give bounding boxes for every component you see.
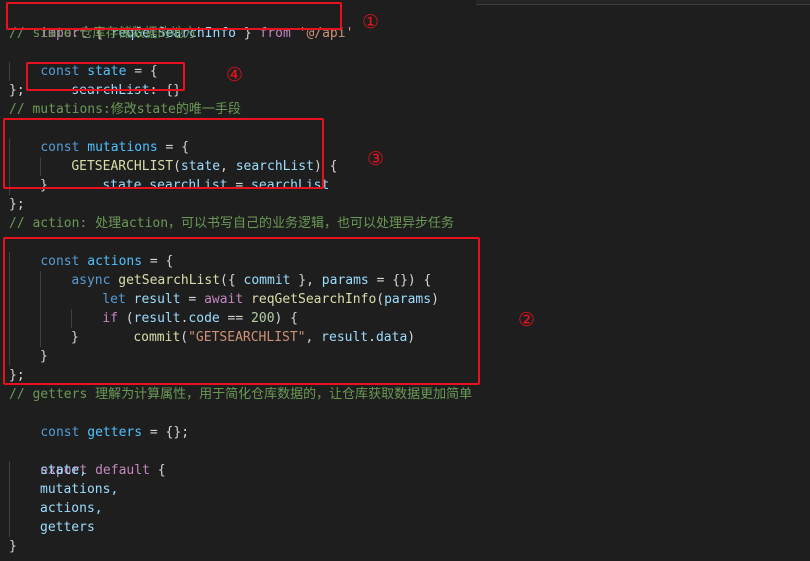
code-comment-mutations: // mutations:修改state的唯一手段: [9, 102, 241, 117]
code-line-24: export default {: [40, 463, 166, 478]
code-line-4: searchList: {}: [71, 83, 181, 98]
code-line-22: const getters = {};: [40, 425, 190, 440]
code-line-3: const state = {: [40, 64, 158, 79]
code-line-7: const mutations = {: [40, 140, 190, 155]
annotation-number-2: ②: [518, 309, 536, 331]
code-line-28: getters: [40, 520, 95, 535]
code-line-17: commit("GETSEARCHLIST", result.data): [133, 330, 416, 345]
code-line-14: async getSearchList({ commit }, params =…: [71, 273, 432, 288]
code-editor[interactable]: import { reqGetSearchInfo } from '@/api'…: [0, 5, 810, 561]
code-line-9: state.searchList = searchList: [102, 178, 330, 193]
code-comment-getters: // getters 理解为计算属性，用于简化仓库数据的，让仓库获取数据更加简单: [9, 387, 473, 402]
code-line-16: if (result.code == 200) {: [102, 311, 299, 326]
code-line-29: }: [9, 539, 17, 554]
annotation-number-4: ④: [226, 64, 244, 86]
code-line-20: };: [9, 368, 25, 383]
code-line-8: GETSEARCHLIST(state, searchList) {: [71, 159, 338, 174]
annotation-number-1: ①: [362, 11, 380, 33]
code-comment-state: // state:仓库存储数据的地方: [9, 26, 197, 41]
code-line-5: };: [9, 83, 25, 98]
code-line-26: mutations,: [40, 482, 119, 497]
code-line-15: let result = await reqGetSearchInfo(para…: [102, 292, 439, 307]
import-path: '@/api': [298, 26, 354, 41]
code-comment-action: // action: 处理action，可以书写自己的业务逻辑，也可以处理异步任…: [9, 216, 455, 231]
code-line-11: };: [9, 197, 25, 212]
code-line-10: }: [40, 178, 48, 193]
code-line-27: actions,: [40, 501, 103, 516]
code-line-13: const actions = {: [40, 254, 174, 269]
code-line-25: state,: [40, 463, 87, 478]
code-line-19: }: [40, 349, 48, 364]
code-line-18: }: [71, 330, 79, 345]
code-line-1: import { reqGetSearchInfo } from '@/api': [40, 26, 354, 41]
annotation-number-3: ③: [367, 148, 385, 170]
